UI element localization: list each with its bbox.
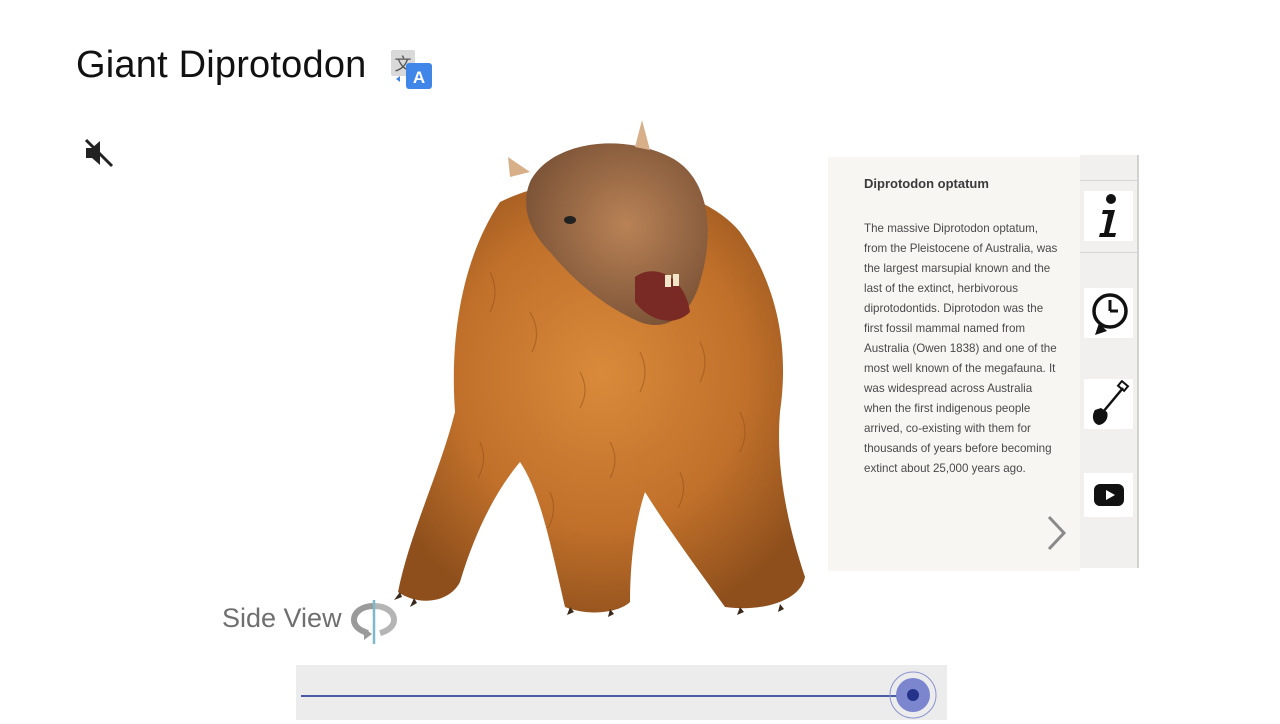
page-title: Giant Diprotodon: [76, 44, 367, 86]
speaker-muted-icon[interactable]: [82, 136, 116, 170]
rotation-slider[interactable]: [296, 665, 947, 720]
species-description: The massive Diprotodon optatum, from the…: [864, 222, 1058, 475]
history-clock-icon[interactable]: [1084, 288, 1133, 338]
info-panel: Diprotodon optatum The massive Diprotodo…: [828, 157, 1080, 571]
chevron-right-icon[interactable]: [1044, 513, 1068, 553]
info-icon[interactable]: [1084, 191, 1133, 241]
shovel-icon[interactable]: [1084, 379, 1133, 429]
side-toolbar: [1080, 155, 1139, 568]
species-name: Diprotodon optatum: [864, 176, 989, 191]
slider-thumb[interactable]: [889, 671, 937, 719]
diprotodon-illustration: [380, 112, 820, 627]
divider: [1080, 252, 1137, 253]
svg-text:A: A: [413, 68, 425, 87]
translate-icon[interactable]: 文 A: [390, 49, 434, 91]
view-label: Side View: [222, 603, 342, 633]
rotate-view-icon[interactable]: [350, 598, 398, 646]
divider: [1080, 180, 1137, 181]
slider-track[interactable]: [301, 695, 913, 697]
youtube-icon[interactable]: [1084, 473, 1133, 517]
